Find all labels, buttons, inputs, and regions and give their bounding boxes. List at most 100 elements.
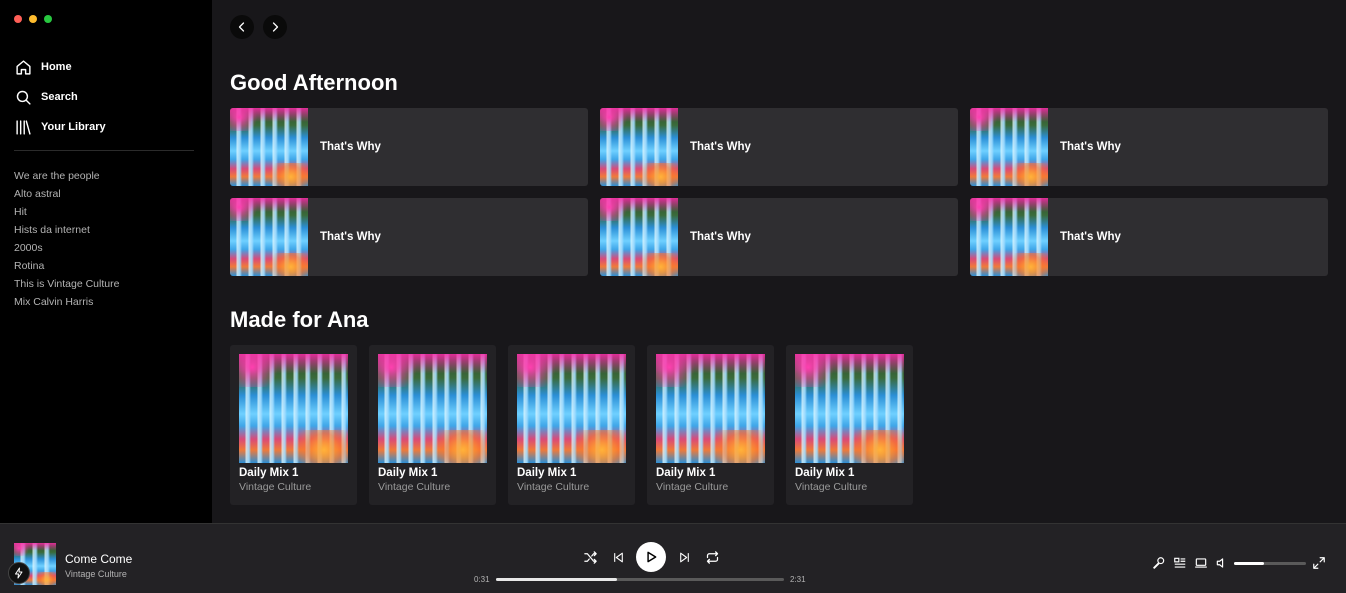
quick-pick-title: That's Why <box>320 231 381 243</box>
microphone-icon <box>1153 557 1165 569</box>
fullscreen-button[interactable] <box>1311 555 1327 571</box>
quick-pick-card[interactable]: That's Why <box>970 108 1328 186</box>
volume-fill <box>1234 562 1265 565</box>
album-cover <box>795 354 904 463</box>
history-nav <box>230 15 287 39</box>
duration-time: 2:31 <box>790 575 806 584</box>
playlist-item[interactable]: We are the people <box>14 167 119 185</box>
quick-pick-card[interactable]: That's Why <box>230 198 588 276</box>
shuffle-button[interactable] <box>580 547 600 567</box>
playback-controls <box>580 542 722 572</box>
back-button[interactable] <box>230 15 254 39</box>
main-nav: Home Search Your Library <box>14 52 196 142</box>
quick-pick-title: That's Why <box>690 141 751 153</box>
mix-artist: Vintage Culture <box>517 481 590 493</box>
progress-bar[interactable] <box>496 578 784 581</box>
album-cover <box>239 354 348 463</box>
playlist-item[interactable]: This is Vintage Culture <box>14 275 119 293</box>
greeting-title: Good Afternoon <box>230 70 398 95</box>
album-cover <box>600 198 678 276</box>
quick-pick-card[interactable]: That's Why <box>600 108 958 186</box>
app-window: Home Search Your Library We are the peop… <box>0 0 1346 593</box>
mix-title: Daily Mix 1 <box>795 467 855 479</box>
quick-pick-card[interactable]: That's Why <box>600 198 958 276</box>
queue-icon <box>1174 557 1186 568</box>
mix-artist: Vintage Culture <box>795 481 868 493</box>
player-bar: Come Come Vintage Culture 0:31 2:31 <box>0 523 1346 593</box>
quick-pick-title: That's Why <box>1060 231 1121 243</box>
now-playing-artist[interactable]: Vintage Culture <box>65 569 127 579</box>
volume-button[interactable] <box>1214 555 1230 571</box>
album-cover <box>378 354 487 463</box>
progress-fill <box>496 578 617 581</box>
previous-button[interactable] <box>608 547 628 567</box>
album-cover <box>970 198 1048 276</box>
album-cover <box>600 108 678 186</box>
playlist-item[interactable]: Rotina <box>14 257 119 275</box>
mix-card[interactable]: Daily Mix 1 Vintage Culture <box>786 345 913 505</box>
mix-artist: Vintage Culture <box>656 481 729 493</box>
mix-artist: Vintage Culture <box>239 481 312 493</box>
album-cover <box>230 108 308 186</box>
mix-card[interactable]: Daily Mix 1 Vintage Culture <box>508 345 635 505</box>
lightning-button[interactable] <box>8 562 30 584</box>
repeat-button[interactable] <box>702 547 722 567</box>
play-icon <box>647 551 657 563</box>
album-cover <box>656 354 765 463</box>
volume-slider[interactable] <box>1234 562 1306 565</box>
lightning-icon <box>15 567 23 579</box>
devices-button[interactable] <box>1193 555 1209 571</box>
nav-item-label: Home <box>41 61 72 73</box>
extra-controls <box>1151 555 1230 571</box>
main-content: Good Afternoon That's Why That's Why Tha… <box>212 0 1346 523</box>
next-button[interactable] <box>674 547 694 567</box>
play-button[interactable] <box>636 542 666 572</box>
quick-pick-card[interactable]: That's Why <box>970 198 1328 276</box>
maximize-window-button[interactable] <box>44 15 52 23</box>
shuffle-icon <box>583 550 597 564</box>
minimize-window-button[interactable] <box>29 15 37 23</box>
expand-icon <box>1313 557 1325 569</box>
mix-card[interactable]: Daily Mix 1 Vintage Culture <box>647 345 774 505</box>
home-icon <box>14 58 32 76</box>
quick-pick-title: That's Why <box>690 231 751 243</box>
mix-card[interactable]: Daily Mix 1 Vintage Culture <box>230 345 357 505</box>
playlist-item[interactable]: Mix Calvin Harris <box>14 293 119 311</box>
mix-row: Daily Mix 1 Vintage Culture Daily Mix 1 … <box>230 345 913 505</box>
made-for-title: Made for Ana <box>230 307 369 332</box>
nav-item-label: Search <box>41 91 78 103</box>
lyrics-button[interactable] <box>1151 555 1167 571</box>
sidebar: Home Search Your Library We are the peop… <box>0 0 212 523</box>
elapsed-time: 0:31 <box>474 575 490 584</box>
mix-title: Daily Mix 1 <box>378 467 438 479</box>
playlist-list: We are the people Alto astral Hit Hists … <box>14 167 119 311</box>
repeat-icon <box>706 550 718 564</box>
nav-item-home[interactable]: Home <box>14 52 196 82</box>
mix-card[interactable]: Daily Mix 1 Vintage Culture <box>369 345 496 505</box>
playlist-item[interactable]: Hit <box>14 203 119 221</box>
forward-button[interactable] <box>263 15 287 39</box>
album-cover <box>230 198 308 276</box>
mix-title: Daily Mix 1 <box>517 467 577 479</box>
mix-artist: Vintage Culture <box>378 481 451 493</box>
mix-title: Daily Mix 1 <box>239 467 299 479</box>
search-icon <box>14 88 32 106</box>
playlist-item[interactable]: Hists da internet <box>14 221 119 239</box>
close-window-button[interactable] <box>14 15 22 23</box>
skip-back-icon <box>613 552 623 562</box>
now-playing-title[interactable]: Come Come <box>65 552 132 566</box>
playlist-item[interactable]: Alto astral <box>14 185 119 203</box>
playlist-item[interactable]: 2000s <box>14 239 119 257</box>
nav-item-search[interactable]: Search <box>14 82 196 112</box>
album-cover <box>970 108 1048 186</box>
chevron-right-icon <box>272 22 279 32</box>
chevron-left-icon <box>238 22 245 32</box>
nav-item-library[interactable]: Your Library <box>14 112 196 142</box>
queue-button[interactable] <box>1172 555 1188 571</box>
window-controls <box>14 15 52 23</box>
skip-forward-icon <box>679 552 689 562</box>
quick-pick-card[interactable]: That's Why <box>230 108 588 186</box>
nav-item-label: Your Library <box>41 121 106 133</box>
quick-pick-title: That's Why <box>1060 141 1121 153</box>
album-cover <box>517 354 626 463</box>
